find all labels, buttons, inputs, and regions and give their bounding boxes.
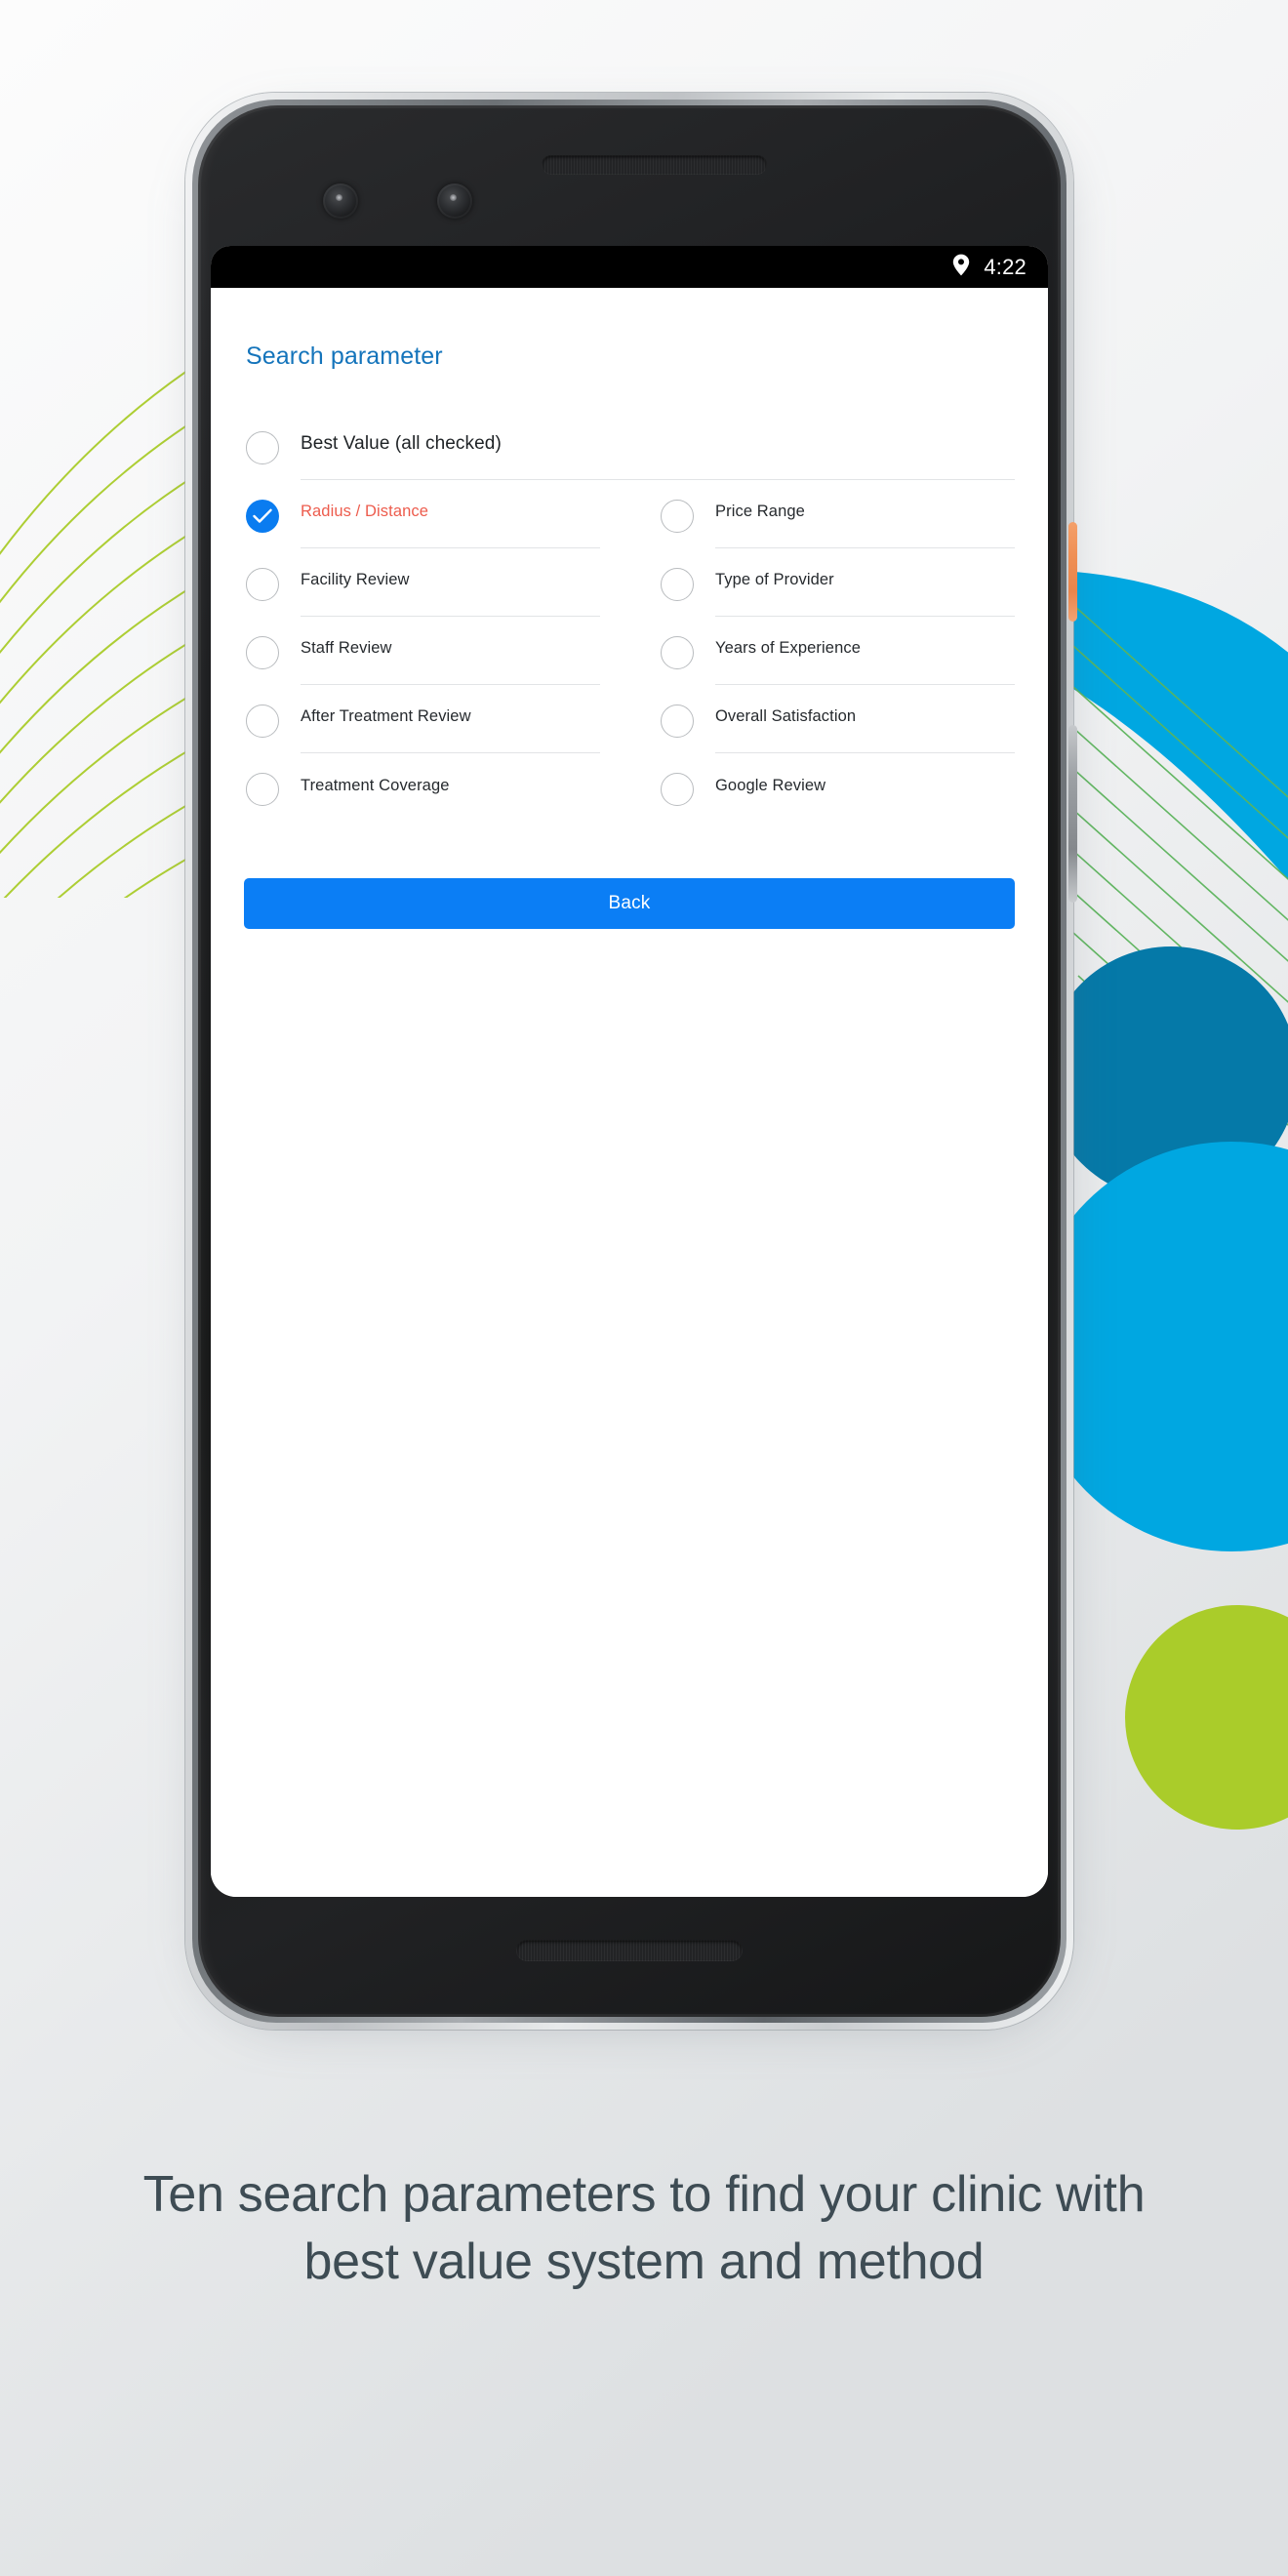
dark-blue-circle [1044, 946, 1288, 1200]
option-treatment-coverage[interactable]: Treatment Coverage [246, 767, 600, 835]
option-overall-satisfaction[interactable]: Overall Satisfaction [661, 699, 1015, 767]
option-label: Price Range [715, 503, 805, 521]
radio-facility-review[interactable] [246, 568, 279, 601]
option-label: Overall Satisfaction [715, 707, 857, 726]
radio-best-value[interactable] [246, 431, 279, 464]
radio-google-review[interactable] [661, 773, 694, 806]
back-button[interactable]: Back [244, 878, 1015, 929]
radio-treatment-coverage[interactable] [246, 773, 279, 806]
option-label: After Treatment Review [301, 707, 471, 726]
green-circle [1125, 1605, 1288, 1830]
phone-screen: 4:22 Search parameter Best Value (all ch… [211, 246, 1048, 1897]
option-staff-review[interactable]: Staff Review [246, 630, 600, 699]
radio-years-of-experience[interactable] [661, 636, 694, 669]
radio-price-range[interactable] [661, 500, 694, 533]
option-best-value[interactable]: Best Value (all checked) [244, 425, 1015, 480]
option-type-of-provider[interactable]: Type of Provider [661, 562, 1015, 630]
option-label: Treatment Coverage [301, 776, 450, 794]
option-label: Type of Provider [715, 571, 834, 589]
location-pin-icon [952, 254, 970, 281]
option-google-review[interactable]: Google Review [661, 767, 1015, 835]
phone-body: 4:22 Search parameter Best Value (all ch… [198, 105, 1061, 2017]
caption-text: Ten search parameters to find your clini… [142, 2166, 1146, 2291]
blue-arc-band [1064, 571, 1288, 880]
option-label: Best Value (all checked) [301, 432, 502, 454]
radio-after-treatment-review[interactable] [246, 704, 279, 738]
status-bar: 4:22 [211, 246, 1048, 288]
power-button[interactable] [1068, 522, 1077, 622]
radio-radius-distance[interactable] [246, 500, 279, 533]
volume-button[interactable] [1068, 725, 1077, 903]
bottom-speaker-grille [516, 1940, 743, 1961]
option-after-treatment-review[interactable]: After Treatment Review [246, 699, 600, 767]
options-grid: Radius / Distance Price Range Facility R… [244, 494, 1015, 835]
radio-staff-review[interactable] [246, 636, 279, 669]
status-bar-time: 4:22 [984, 254, 1026, 279]
option-label: Radius / Distance [301, 503, 429, 521]
option-years-of-experience[interactable]: Years of Experience [661, 630, 1015, 699]
option-facility-review[interactable]: Facility Review [246, 562, 600, 630]
page-title: Search parameter [246, 342, 443, 370]
option-label: Years of Experience [715, 639, 861, 658]
radio-overall-satisfaction[interactable] [661, 704, 694, 738]
sensor-icon [437, 183, 472, 219]
green-hatch-lines [1072, 604, 1288, 1247]
option-label: Staff Review [301, 639, 392, 658]
app-content: Search parameter Best Value (all checked… [211, 288, 1048, 1897]
phone-mockup: 4:22 Search parameter Best Value (all ch… [185, 93, 1077, 2030]
option-price-range[interactable]: Price Range [661, 494, 1015, 562]
front-camera-icon [323, 183, 358, 219]
earpiece-speaker-grille [542, 155, 767, 175]
radio-type-of-provider[interactable] [661, 568, 694, 601]
option-label: Google Review [715, 776, 826, 794]
option-radius-distance[interactable]: Radius / Distance [246, 494, 600, 562]
option-label: Facility Review [301, 571, 410, 589]
